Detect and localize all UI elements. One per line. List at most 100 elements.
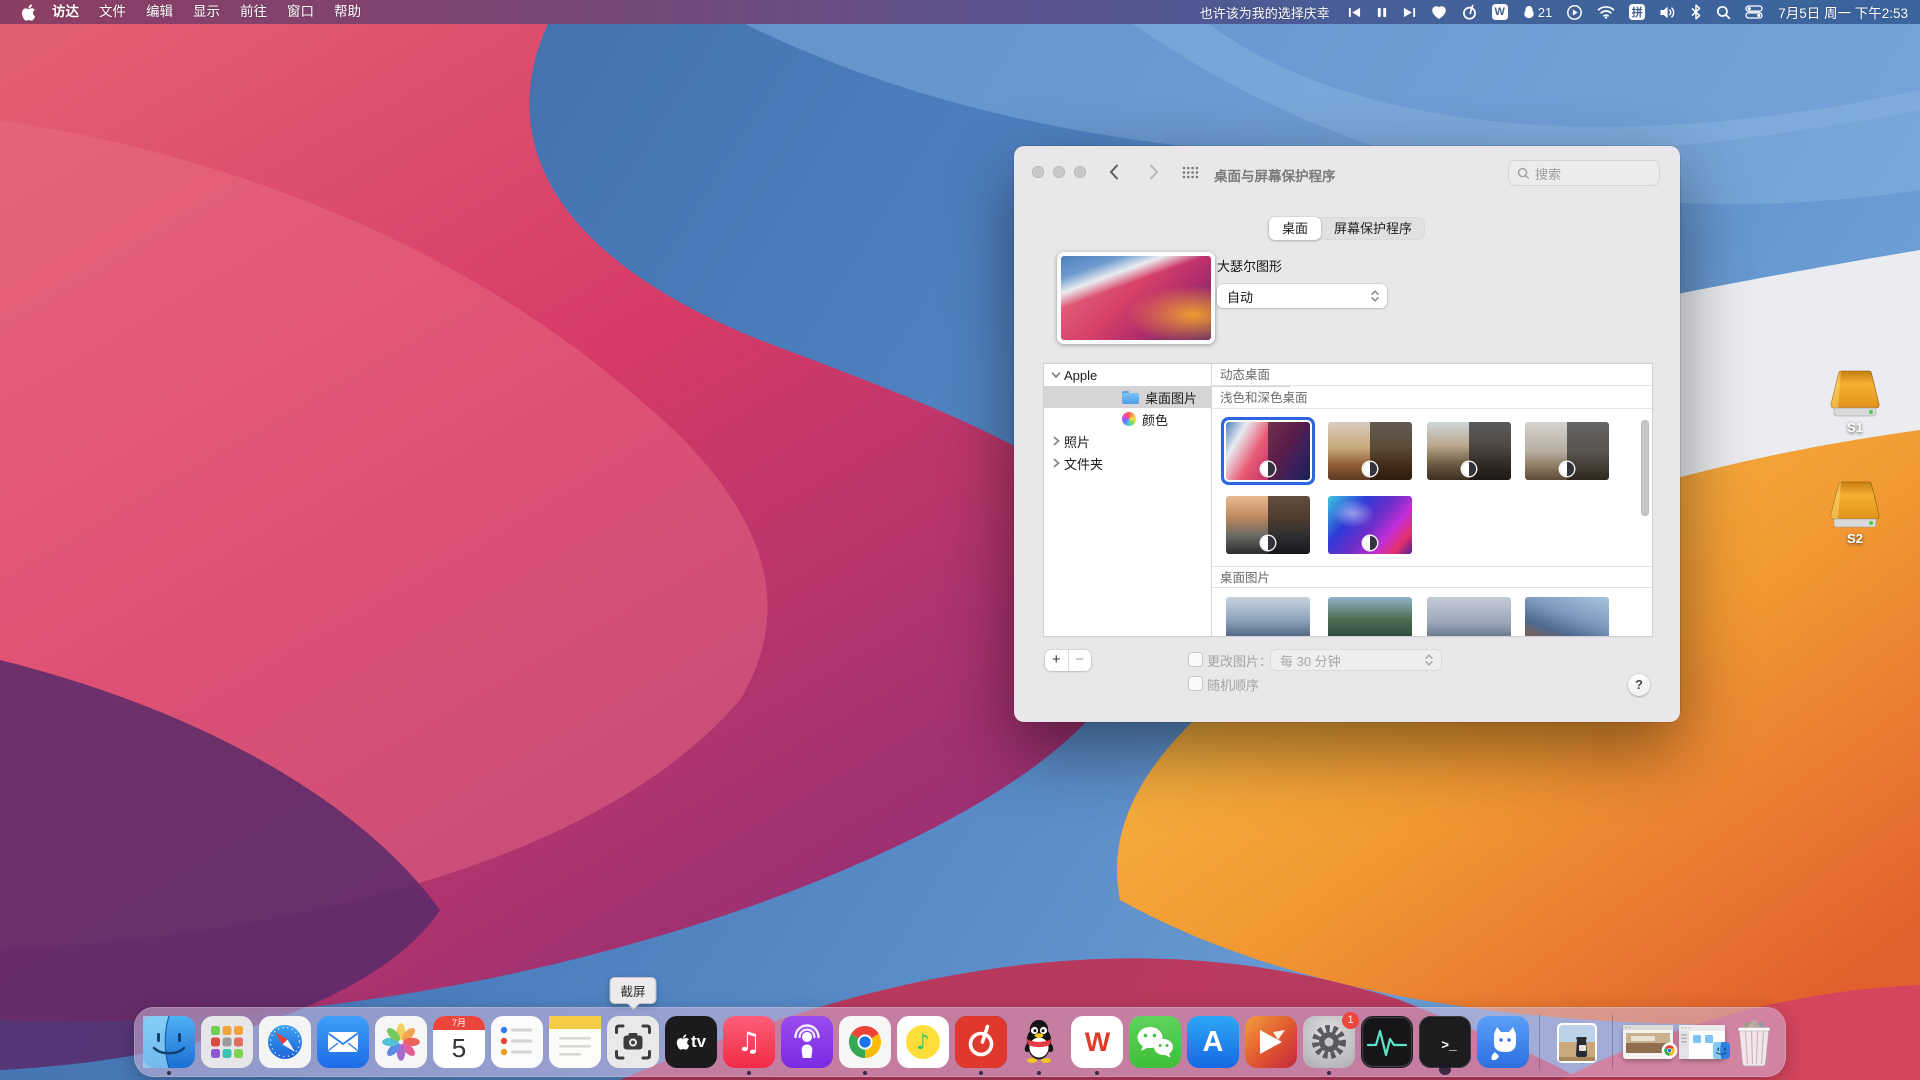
dock-app-store[interactable]: A <box>1187 1016 1239 1068</box>
wallpaper-thumb-desert-2[interactable] <box>1427 422 1511 480</box>
dock-terminal[interactable]: >_ <box>1419 1016 1471 1068</box>
dock-system-preferences[interactable]: 1 <box>1303 1016 1355 1068</box>
disclosure-open-icon[interactable] <box>1051 370 1061 380</box>
wallpaper-thumb-rock-formation[interactable] <box>1226 496 1310 554</box>
dock-minimized-window-chrome[interactable] <box>1623 1025 1673 1059</box>
wallpaper-thumb-rocky-coast[interactable] <box>1525 597 1609 636</box>
desktop-drive-s1[interactable]: S1 <box>1813 370 1897 437</box>
tab-screensaver[interactable]: 屏幕保护程序 <box>1321 217 1425 240</box>
menu-item-finder[interactable]: 访达 <box>42 0 89 24</box>
qq-menu-icon[interactable]: 21 <box>1515 0 1559 24</box>
dock-activity-monitor[interactable] <box>1361 1016 1413 1068</box>
input-method-icon[interactable]: 拼 <box>1622 0 1652 24</box>
dock-apple-tv[interactable]: tv <box>665 1016 717 1068</box>
disclosure-closed-icon[interactable] <box>1051 436 1061 446</box>
drive-label: S2 <box>1843 531 1867 546</box>
dock-podcasts[interactable] <box>781 1016 833 1068</box>
wallpaper-thumb-coastal-aerial[interactable] <box>1328 597 1412 636</box>
back-button[interactable] <box>1102 161 1126 183</box>
dock-launchpad[interactable] <box>201 1016 253 1068</box>
sidebar-group-photos[interactable]: 照片 <box>1044 430 1212 452</box>
apple-menu[interactable] <box>14 0 42 24</box>
play-circle-menu-icon[interactable] <box>1559 0 1590 24</box>
dynamic-wallpaper-badge <box>1363 462 1377 476</box>
change-picture-checkbox[interactable] <box>1188 652 1203 667</box>
dock-wps-office[interactable]: W <box>1071 1016 1123 1068</box>
wallpaper-thumb-misty-mountains[interactable] <box>1226 597 1310 636</box>
menu-item-go[interactable]: 前往 <box>230 0 277 24</box>
media-pause-button[interactable] <box>1369 0 1395 24</box>
dock-music[interactable]: ♫ <box>723 1016 775 1068</box>
add-remove-control: + − <box>1045 650 1091 671</box>
dock-qq[interactable] <box>1013 1016 1065 1068</box>
select-chevrons-icon <box>1370 288 1380 304</box>
calendar-month: 7月 <box>433 1016 485 1030</box>
close-button[interactable] <box>1032 166 1044 178</box>
remove-button[interactable]: − <box>1068 650 1092 671</box>
dock-qq-music[interactable]: ♪ <box>897 1016 949 1068</box>
random-order-checkbox[interactable] <box>1188 676 1203 691</box>
wallpaper-thumb-sea-stacks[interactable] <box>1427 597 1511 636</box>
desktop-drive-s2[interactable]: S2 <box>1813 481 1897 548</box>
interval-select[interactable]: 每 30 分钟 <box>1270 649 1442 671</box>
dock-photos[interactable] <box>375 1016 427 1068</box>
sidebar-group-apple[interactable]: Apple <box>1044 364 1212 386</box>
menu-item-window[interactable]: 窗口 <box>277 0 324 24</box>
dock-divider <box>1612 1015 1613 1069</box>
section-header-desktop-pictures: 桌面图片 <box>1212 566 1652 588</box>
menu-item-edit[interactable]: 编辑 <box>136 0 183 24</box>
random-order-label: 随机顺序 <box>1207 675 1259 694</box>
wallpaper-thumb-desert-1[interactable] <box>1328 422 1412 480</box>
dock-trash[interactable] <box>1731 1016 1777 1068</box>
sidebar-group-folders[interactable]: 文件夹 <box>1044 452 1212 474</box>
control-center-icon[interactable] <box>1738 0 1770 24</box>
dock-cat-app[interactable] <box>1477 1016 1529 1068</box>
dock-mail[interactable] <box>317 1016 369 1068</box>
wallpaper-thumb-desert-3[interactable] <box>1525 422 1609 480</box>
netease-music-menu-icon[interactable] <box>1454 0 1485 24</box>
running-indicator <box>167 1071 171 1075</box>
dock-netease-music[interactable] <box>955 1016 1007 1068</box>
forward-button[interactable] <box>1142 161 1166 183</box>
help-button[interactable]: ? <box>1628 674 1650 696</box>
dock-safari[interactable] <box>259 1016 311 1068</box>
add-button[interactable]: + <box>1045 650 1068 671</box>
dock-minimized-window-finder[interactable] <box>1679 1025 1725 1059</box>
menu-item-view[interactable]: 显示 <box>183 0 230 24</box>
dynamic-wallpaper-badge <box>1560 462 1574 476</box>
media-previous-button[interactable] <box>1340 0 1369 24</box>
finder-badge-icon <box>1713 1042 1730 1064</box>
running-indicator <box>1095 1071 1099 1075</box>
dock-downloads-stack[interactable] <box>1550 1016 1602 1068</box>
wifi-icon[interactable] <box>1590 0 1622 24</box>
bluetooth-icon[interactable] <box>1683 0 1709 24</box>
qq-badge-count: 21 <box>1538 5 1552 20</box>
search-field[interactable]: 搜索 <box>1508 160 1660 186</box>
zoom-button[interactable] <box>1074 166 1086 178</box>
dock-chrome[interactable] <box>839 1016 891 1068</box>
menu-item-help[interactable]: 帮助 <box>324 0 371 24</box>
show-all-grid-icon[interactable] <box>1178 161 1202 183</box>
menu-item-file[interactable]: 文件 <box>89 0 136 24</box>
menu-bar-clock[interactable]: 7月5日 周一 下午2:53 <box>1770 2 1908 22</box>
tab-desktop[interactable]: 桌面 <box>1269 217 1321 240</box>
dock-reminders[interactable] <box>491 1016 543 1068</box>
dock-notes[interactable] <box>549 1016 601 1068</box>
spotlight-search-icon[interactable] <box>1709 0 1738 24</box>
dock-finder[interactable] <box>143 1016 195 1068</box>
media-next-button[interactable] <box>1395 0 1424 24</box>
dock-wechat[interactable] <box>1129 1016 1181 1068</box>
dock-calendar[interactable]: 7月 5 <box>433 1016 485 1068</box>
gallery-scrollbar[interactable] <box>1641 420 1649 516</box>
wps-menu-icon[interactable]: W <box>1485 0 1515 24</box>
disclosure-closed-icon[interactable] <box>1051 458 1061 468</box>
wallpaper-thumb-iridescence[interactable] <box>1328 496 1412 554</box>
dynamic-wallpaper-badge <box>1261 462 1275 476</box>
wallpaper-thumb-big-sur-dynamic[interactable] <box>1226 422 1310 480</box>
appearance-mode-select[interactable]: 自动 <box>1217 284 1387 308</box>
minimize-button[interactable] <box>1053 166 1065 178</box>
volume-icon[interactable] <box>1652 0 1683 24</box>
dock-screenshot[interactable]: 截屏 <box>607 1016 659 1068</box>
heart-icon[interactable] <box>1424 0 1454 24</box>
dock-video-app[interactable] <box>1245 1016 1297 1068</box>
